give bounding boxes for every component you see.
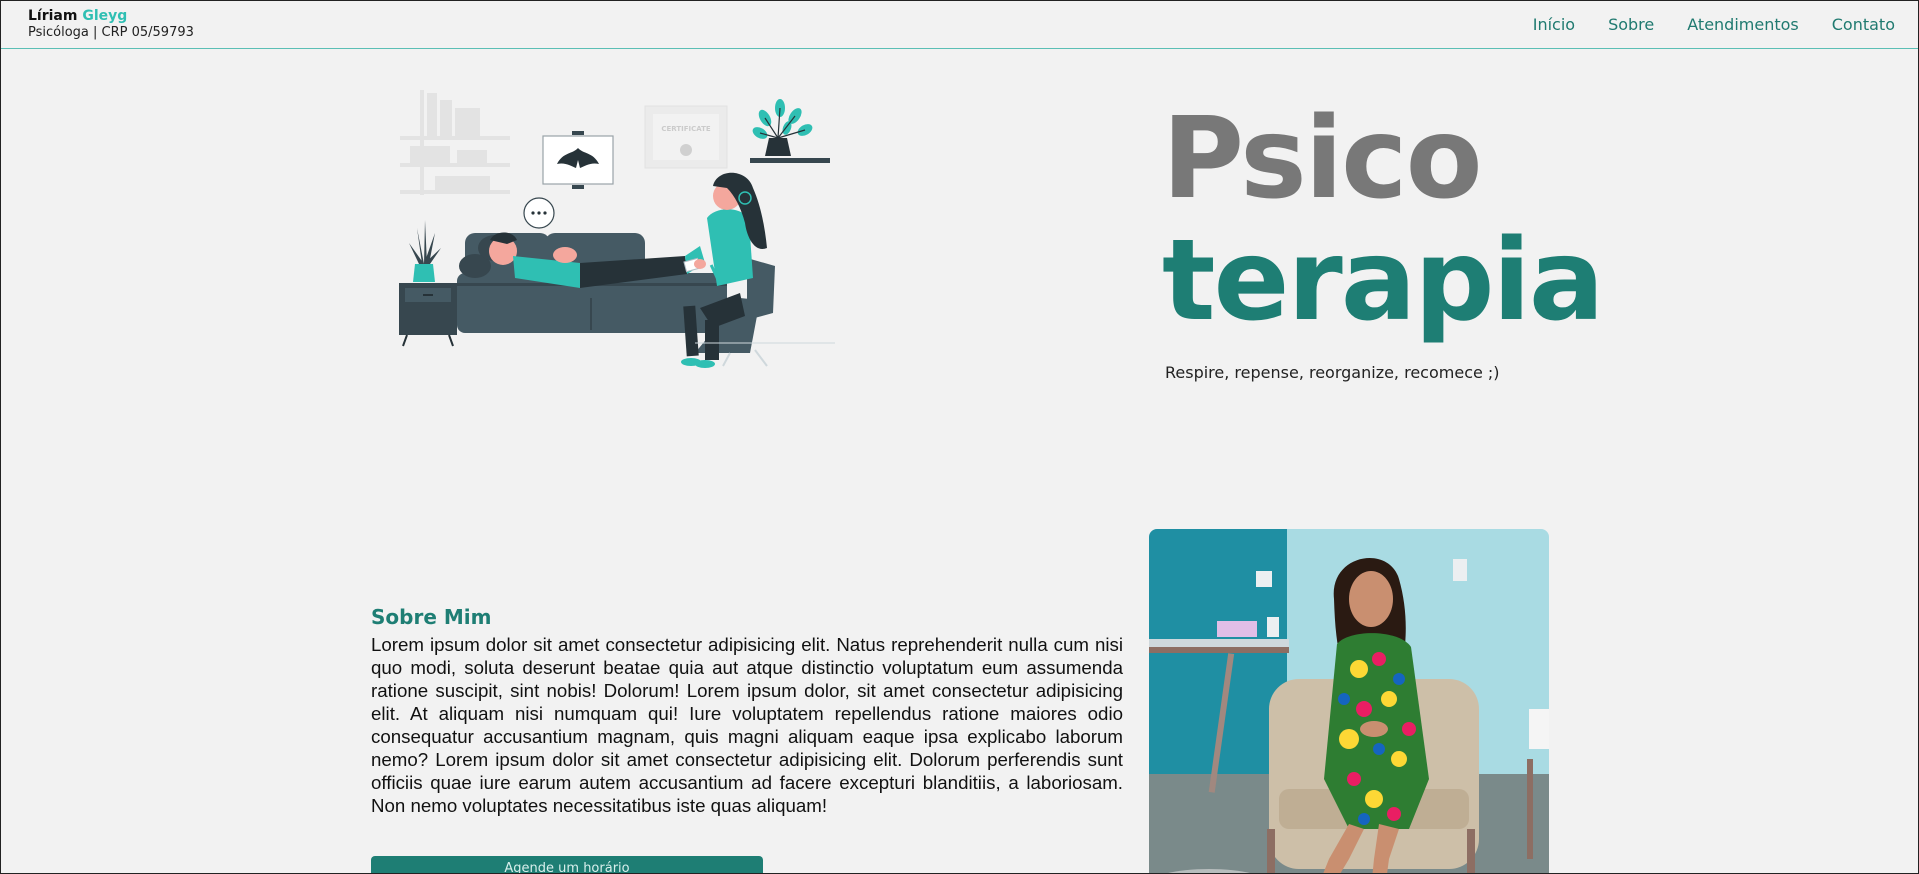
hero-title-line1: Psico [1162, 94, 1483, 224]
nav-link-sobre[interactable]: Sobre [1608, 15, 1654, 35]
brand-first-name: Líriam [28, 8, 78, 24]
main-nav: Início Sobre Atendimentos Contato [1533, 15, 1895, 35]
brand-last-name: Gleyg [82, 8, 128, 24]
about-paragraph: Lorem ipsum dolor sit amet consectetur a… [371, 634, 1123, 816]
therapist-figure [681, 172, 775, 368]
brand-logo[interactable]: Líriam Gleyg Psicóloga | CRP 05/59793 [28, 8, 194, 41]
brand-subtitle: Psicóloga | CRP 05/59793 [28, 25, 194, 40]
inkblot-frame [542, 131, 614, 189]
nav-link-inicio[interactable]: Início [1533, 15, 1575, 35]
thought-bubble [523, 197, 555, 229]
side-table [399, 220, 457, 347]
certificate: CERTIFICATE [644, 105, 728, 169]
therapy-illustration: CERTIFICATE [399, 90, 835, 368]
hero-title: Psico terapia [1162, 94, 1604, 346]
top-navbar: Líriam Gleyg Psicóloga | CRP 05/59793 In… [0, 0, 1919, 49]
certificate-label: CERTIFICATE [661, 125, 711, 133]
profile-photo [1149, 529, 1549, 874]
shelf-decoration [400, 90, 510, 195]
hero-title-line2: terapia [1162, 216, 1604, 346]
hero-subtitle: Respire, repense, reorganize, recomece ;… [1165, 363, 1500, 382]
nav-link-contato[interactable]: Contato [1832, 15, 1895, 35]
schedule-button[interactable]: Agende um horário [371, 856, 763, 874]
potted-plant-shelf [750, 99, 830, 163]
nav-link-atendimentos[interactable]: Atendimentos [1687, 15, 1799, 35]
about-heading: Sobre Mim [371, 605, 492, 629]
